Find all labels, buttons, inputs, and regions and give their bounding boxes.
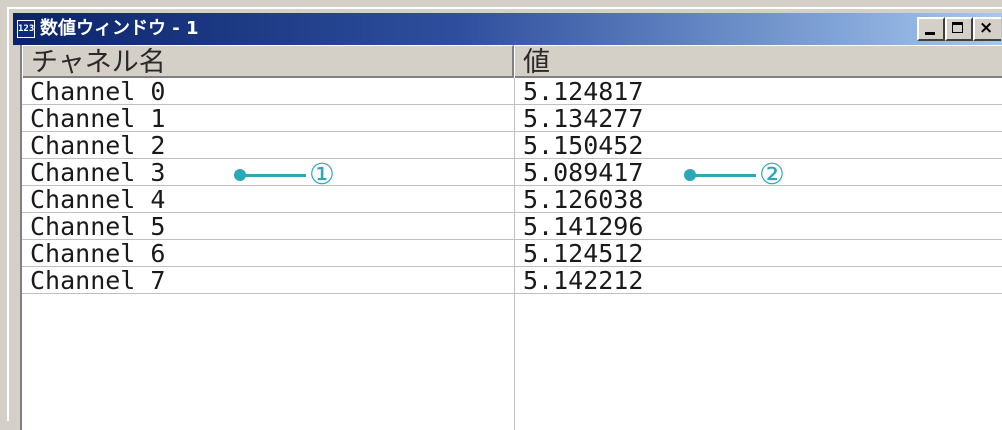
close-icon: ×: [979, 18, 994, 38]
channel-value-grid[interactable]: チャネル名 値 Channel 0 5.124817 Channel 1 5.1…: [20, 45, 1002, 430]
window-title: 数値ウィンドウ - 1: [40, 18, 199, 39]
value-cell: 5.124512: [514, 240, 1002, 267]
value-cell: 5.150452: [514, 132, 1002, 159]
column-header-channel-name[interactable]: チャネル名: [22, 45, 514, 78]
close-button[interactable]: ×: [973, 17, 1001, 41]
table-row[interactable]: Channel 5 5.141296: [22, 213, 1002, 240]
numeric-window: 123 数値ウィンドウ - 1 × チャネル名 値 Channel 0 5.12…: [7, 7, 1002, 430]
callout-channel-name: ①: [234, 157, 354, 191]
column-header-value[interactable]: 値: [514, 45, 1002, 78]
channel-name-cell: Channel 2: [30, 131, 166, 160]
maximize-button[interactable]: [945, 17, 973, 41]
table-row[interactable]: Channel 1 5.134277: [22, 105, 1002, 132]
callout-value: ②: [684, 157, 804, 191]
table-row[interactable]: Channel 4 5.126038: [22, 186, 1002, 213]
table-row[interactable]: Channel 3 5.089417: [22, 159, 1002, 186]
channel-name-cell: Channel 6: [30, 239, 166, 268]
value-cell: 5.124817: [514, 78, 1002, 105]
value-cell: 5.141296: [514, 213, 1002, 240]
maximize-icon: [952, 22, 963, 33]
callout-number: ②: [759, 157, 785, 191]
callout-leader-line: [692, 174, 756, 177]
channel-name-cell: Channel 7: [30, 266, 166, 295]
minimize-icon: [925, 32, 935, 35]
callout-leader-line: [242, 174, 306, 177]
title-bar[interactable]: 123 数値ウィンドウ - 1 ×: [13, 13, 1002, 45]
value-cell: 5.134277: [514, 105, 1002, 132]
channel-name-cell: Channel 1: [30, 104, 166, 133]
table-row-empty[interactable]: [22, 294, 1002, 321]
value-cell-empty: [514, 294, 1002, 321]
callout-number: ①: [309, 157, 335, 191]
table-row[interactable]: Channel 7 5.142212: [22, 267, 1002, 294]
minimize-button[interactable]: [917, 17, 945, 41]
table-row[interactable]: Channel 2 5.150452: [22, 132, 1002, 159]
table-row[interactable]: Channel 0 5.124817: [22, 78, 1002, 105]
channel-name-cell: Channel 4: [30, 185, 166, 214]
value-cell: 5.142212: [514, 267, 1002, 294]
table-row[interactable]: Channel 6 5.124512: [22, 240, 1002, 267]
grid-header: チャネル名 値: [22, 45, 1002, 78]
channel-name-cell: Channel 5: [30, 212, 166, 241]
numeric-window-icon[interactable]: 123: [17, 20, 35, 38]
channel-name-cell-empty: [22, 294, 514, 321]
channel-name-cell: Channel 0: [30, 77, 166, 106]
